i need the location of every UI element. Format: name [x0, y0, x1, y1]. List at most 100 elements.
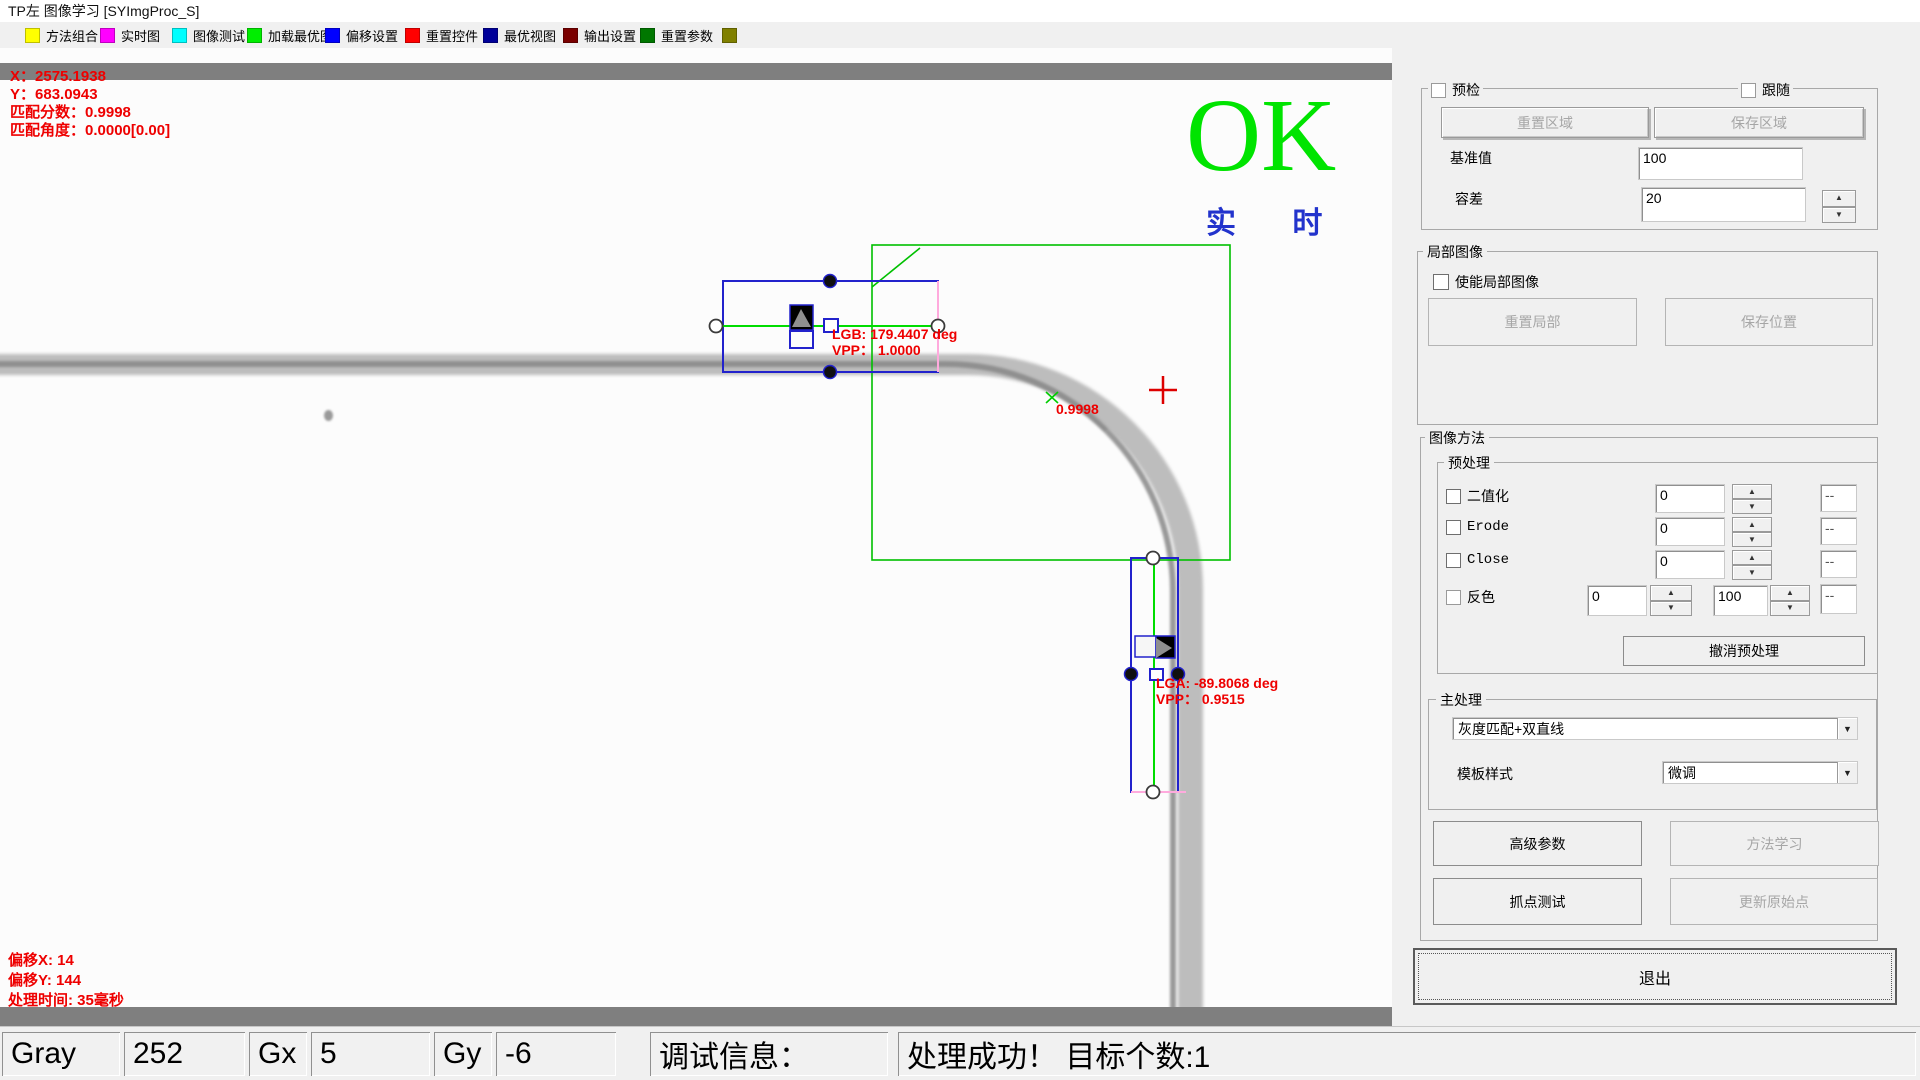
- close-value-input[interactable]: 0: [1655, 550, 1725, 579]
- binarize-checkbox[interactable]: 二值化: [1443, 486, 1512, 506]
- chevron-down-icon[interactable]: ▼: [1837, 762, 1857, 783]
- toolbar-item-reset-params[interactable]: 重置参数: [640, 22, 713, 48]
- swatch-icon: [563, 28, 578, 43]
- dust-speck: [324, 410, 333, 421]
- spin-down-icon[interactable]: ▼: [1650, 601, 1692, 617]
- swatch-icon: [100, 28, 115, 43]
- template-style-select[interactable]: 微调 ▼: [1662, 761, 1858, 784]
- swatch-icon: [172, 28, 187, 43]
- advanced-params-button[interactable]: 高级参数: [1433, 821, 1642, 866]
- match-y: Y：683.0943: [10, 86, 170, 104]
- toolbar-item-live-image[interactable]: 实时图: [100, 22, 160, 48]
- method-learn-button[interactable]: 方法学习: [1670, 821, 1879, 866]
- close-extra-box: --: [1820, 550, 1857, 578]
- result-ok-text: OK: [1186, 84, 1336, 188]
- spin-down-icon[interactable]: ▼: [1770, 601, 1810, 617]
- precheck-checkbox[interactable]: 预检: [1428, 80, 1483, 100]
- checkbox-icon[interactable]: [1741, 83, 1756, 98]
- erode-checkbox[interactable]: Erode: [1443, 519, 1512, 535]
- update-origin-button[interactable]: 更新原始点: [1670, 878, 1878, 925]
- follow-checkbox[interactable]: 跟随: [1738, 80, 1793, 100]
- toolbar-item-load-best[interactable]: 加载最优图: [247, 22, 333, 48]
- save-region-button[interactable]: 保存区域: [1654, 107, 1864, 138]
- spin-up-icon[interactable]: ▲: [1650, 585, 1692, 601]
- toolbar-item-output-setting[interactable]: 输出设置: [563, 22, 636, 48]
- object-edge-core: [0, 361, 1176, 1026]
- spin-down-icon[interactable]: ▼: [1732, 565, 1772, 580]
- match-x: X：2575.1938: [10, 68, 170, 86]
- spin-up-icon[interactable]: ▲: [1732, 484, 1772, 499]
- toolbar-item-unlabeled[interactable]: [722, 22, 743, 48]
- exit-button[interactable]: 退出: [1413, 948, 1897, 1005]
- image-canvas[interactable]: [0, 48, 1392, 1026]
- status-gy-value: -6: [496, 1032, 616, 1076]
- object-edge-fade: [1098, 748, 1168, 1026]
- checkbox-icon[interactable]: [1446, 489, 1461, 504]
- toolbar: 方法组合 实时图 图像测试 加载最优图 偏移设置 重置控件 最优视图 输出设置 …: [0, 22, 1920, 49]
- reset-local-button[interactable]: 重置局部: [1428, 298, 1637, 346]
- invert-low-input[interactable]: 0: [1587, 585, 1647, 616]
- checkbox-icon[interactable]: [1446, 553, 1461, 568]
- close-checkbox[interactable]: Close: [1443, 552, 1512, 568]
- status-gx-label: Gx: [249, 1032, 307, 1076]
- undo-preprocess-button[interactable]: 撤消预处理: [1623, 636, 1865, 666]
- binarize-spinner[interactable]: ▲▼: [1732, 484, 1772, 514]
- roi-right-annotation: LGA: -89.8068 deg VPP： 0.9515: [1156, 675, 1278, 707]
- tolerance-input[interactable]: 20: [1641, 187, 1806, 222]
- toolbar-item-method-combo[interactable]: 方法组合: [25, 22, 98, 48]
- invert-low-spinner[interactable]: ▲▼: [1650, 585, 1692, 616]
- match-info-block: X：2575.1938 Y：683.0943 匹配分数：0.9998 匹配角度：…: [10, 68, 170, 140]
- close-spinner[interactable]: ▲▼: [1732, 550, 1772, 580]
- canvas-top-band: [0, 63, 1392, 80]
- template-style-label: 模板样式: [1457, 764, 1513, 784]
- spin-down-icon[interactable]: ▼: [1732, 499, 1772, 514]
- swatch-icon: [483, 28, 498, 43]
- invert-checkbox[interactable]: 反色: [1443, 587, 1498, 607]
- checkbox-icon[interactable]: [1446, 520, 1461, 535]
- spin-down-icon[interactable]: ▼: [1732, 532, 1772, 547]
- chevron-down-icon[interactable]: ▼: [1837, 718, 1857, 739]
- invert-high-input[interactable]: 100: [1713, 585, 1768, 616]
- swatch-icon: [640, 28, 655, 43]
- offset-y: 偏移Y: 144: [8, 971, 124, 991]
- status-gx-value: 5: [311, 1032, 430, 1076]
- spin-up-icon[interactable]: ▲: [1732, 517, 1772, 532]
- match-score: 匹配分数：0.9998: [10, 104, 170, 122]
- main-process-group-title: 主处理: [1436, 692, 1486, 708]
- toolbar-item-image-test[interactable]: 图像测试: [172, 22, 245, 48]
- tolerance-spinner[interactable]: ▲ ▼: [1822, 190, 1856, 223]
- live-mode-text: 实 时: [1206, 198, 1346, 242]
- swatch-icon: [722, 28, 737, 43]
- invert-high-spinner[interactable]: ▲▼: [1770, 585, 1810, 616]
- tolerance-label: 容差: [1455, 189, 1483, 209]
- toolbar-item-best-view[interactable]: 最优视图: [483, 22, 556, 48]
- baseline-input[interactable]: 100: [1638, 147, 1803, 180]
- main-process-group: [1428, 699, 1877, 810]
- erode-spinner[interactable]: ▲▼: [1732, 517, 1772, 547]
- toolbar-item-offset-setting[interactable]: 偏移设置: [325, 22, 398, 48]
- match-angle: 匹配角度：0.0000[0.00]: [10, 122, 170, 140]
- checkbox-icon[interactable]: [1446, 590, 1461, 605]
- spin-down-icon[interactable]: ▼: [1822, 207, 1856, 224]
- status-gray-value: 252: [124, 1032, 245, 1076]
- checkbox-icon[interactable]: [1433, 274, 1449, 290]
- grab-point-test-button[interactable]: 抓点测试: [1433, 878, 1642, 925]
- spin-up-icon[interactable]: ▲: [1770, 585, 1810, 601]
- swatch-icon: [25, 28, 40, 43]
- preprocess-group-title: 预处理: [1444, 455, 1494, 471]
- swatch-icon: [325, 28, 340, 43]
- method-select[interactable]: 灰度匹配+双直线 ▼: [1452, 717, 1858, 740]
- spin-up-icon[interactable]: ▲: [1822, 190, 1856, 207]
- status-bar: Gray 252 Gx 5 Gy -6 调试信息： 处理成功！ 目标个数:1: [0, 1026, 1920, 1080]
- save-position-button[interactable]: 保存位置: [1665, 298, 1873, 346]
- process-time: 处理时间: 35毫秒: [8, 991, 124, 1011]
- spin-up-icon[interactable]: ▲: [1732, 550, 1772, 565]
- binarize-value-input[interactable]: 0: [1655, 484, 1725, 513]
- checkbox-icon[interactable]: [1431, 83, 1446, 98]
- erode-value-input[interactable]: 0: [1655, 517, 1725, 546]
- enable-local-image-checkbox[interactable]: 使能局部图像: [1430, 272, 1542, 292]
- toolbar-item-reset-controls[interactable]: 重置控件: [405, 22, 478, 48]
- erode-extra-box: --: [1820, 517, 1857, 545]
- baseline-label: 基准值: [1450, 148, 1492, 168]
- reset-region-button[interactable]: 重置区域: [1441, 107, 1649, 138]
